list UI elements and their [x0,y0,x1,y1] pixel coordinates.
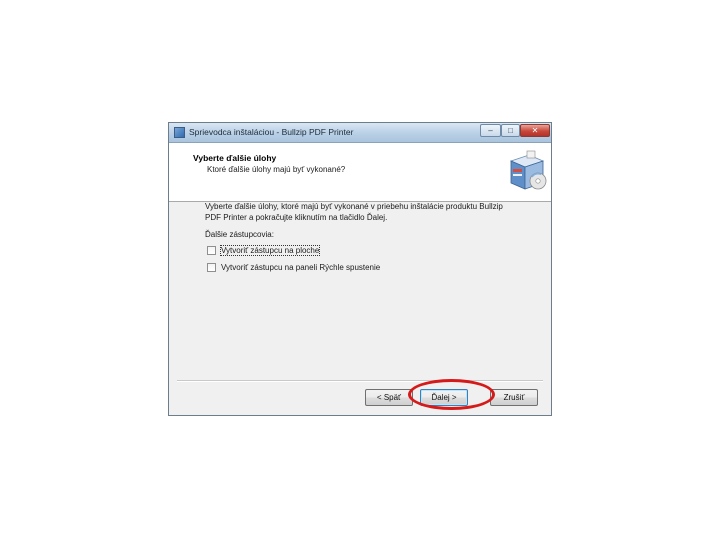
install-box-icon [509,150,547,190]
back-button[interactable]: < Späť [365,389,413,406]
window-title: Sprievodca inštaláciou - Bullzip PDF Pri… [189,127,354,137]
minimize-button[interactable]: – [480,124,501,137]
page-title: Vyberte ďalšie úlohy [193,153,277,163]
tasks-group-label: Ďalšie zástupcovia: [205,230,274,239]
footer-divider [177,380,543,382]
next-button[interactable]: Ďalej > [420,389,468,406]
quicklaunch-shortcut-checkbox[interactable] [207,263,216,272]
title-bar[interactable]: Sprievodca inštaláciou - Bullzip PDF Pri… [169,123,551,143]
maximize-button[interactable]: □ [501,124,520,137]
wizard-header: Vyberte ďalšie úlohy Ktoré ďalšie úlohy … [169,143,551,202]
desktop-shortcut-checkbox[interactable] [207,246,216,255]
installer-window: Sprievodca inštaláciou - Bullzip PDF Pri… [168,122,552,416]
description-text: Vyberte ďalšie úlohy, ktoré majú byť vyk… [205,202,503,222]
page-subtitle: Ktoré ďalšie úlohy majú byť vykonané? [207,165,346,174]
app-icon [174,127,185,138]
cancel-button[interactable]: Zrušiť [490,389,538,406]
close-button[interactable]: ✕ [520,124,550,137]
quicklaunch-shortcut-label[interactable]: Vytvoriť zástupcu na paneli Rýchle spust… [221,263,380,272]
desktop-shortcut-label[interactable]: Vytvoriť zástupcu na ploche [219,245,321,256]
